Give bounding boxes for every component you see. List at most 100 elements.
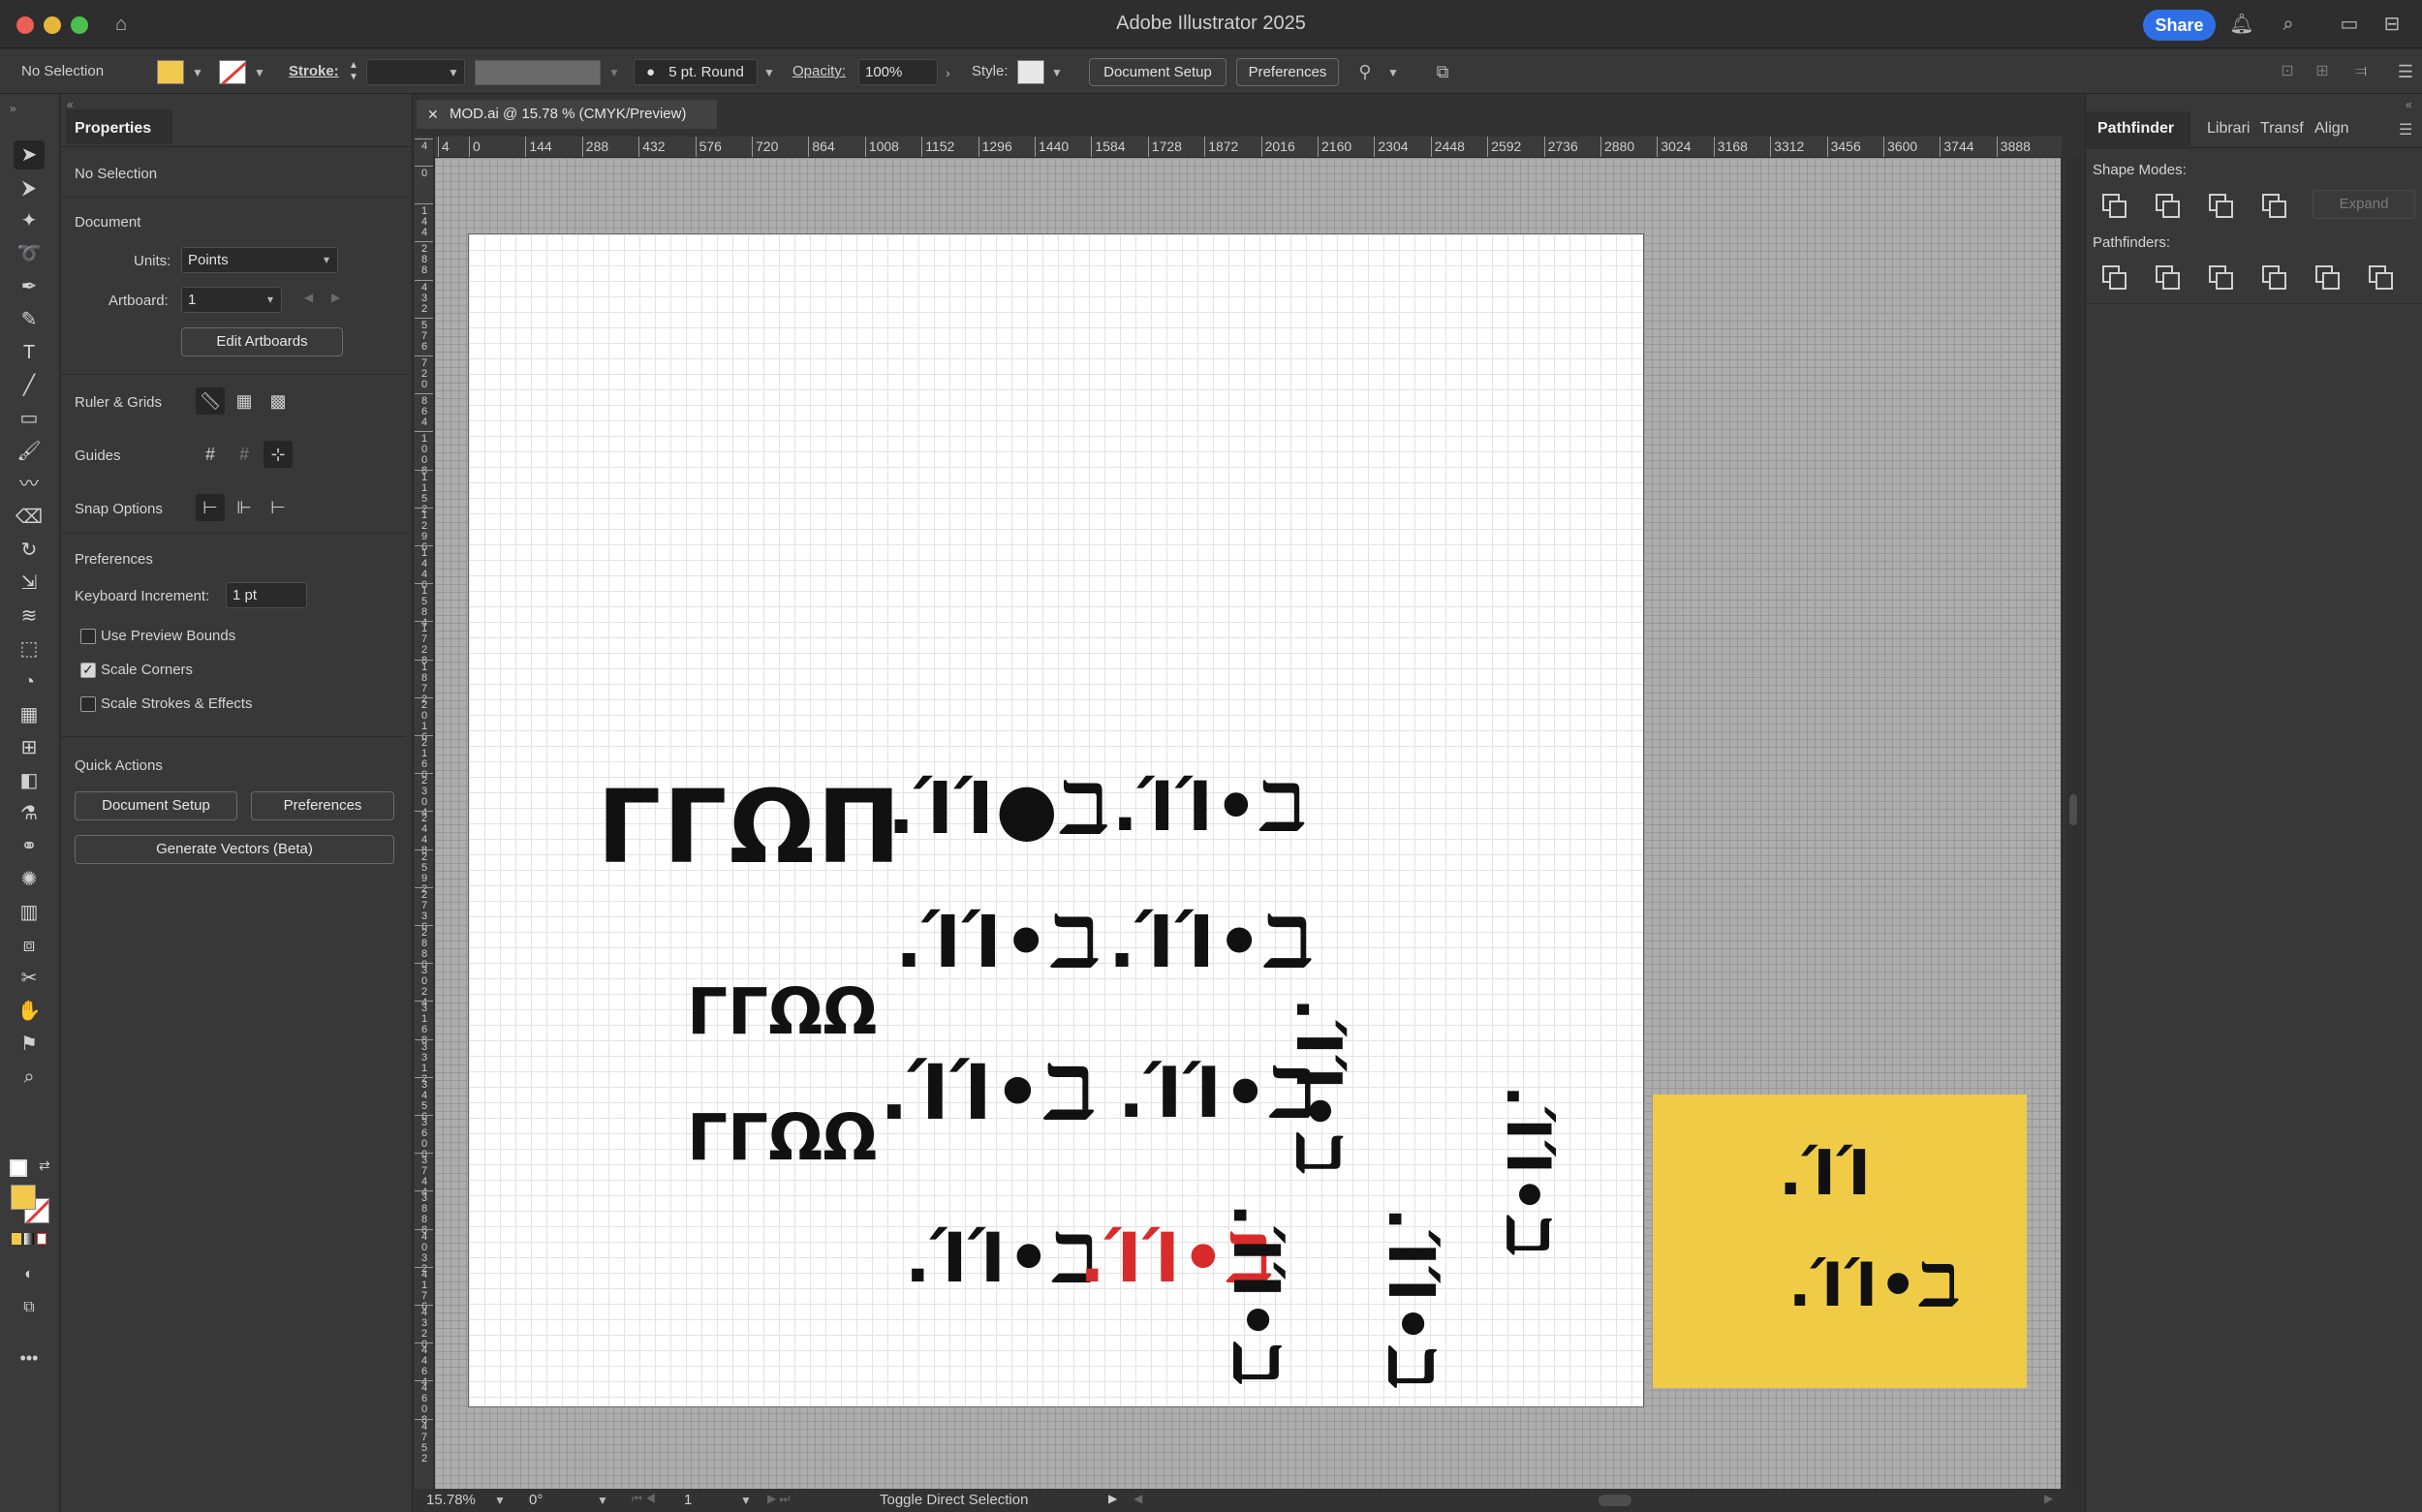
artboard[interactable]: ΓΓΩΠ .ΊΊ●ℶ .ΊΊ•ℶ .ΊΊ•ℶ .ΊΊ•ℶ ΓΓΩΩ ΓΓΩΩ .… — [468, 233, 1644, 1407]
line-tool-icon[interactable]: ╱ — [14, 371, 45, 400]
last-artboard-icon[interactable]: ▶ ⏭ — [767, 1492, 790, 1506]
magic-wand-icon[interactable]: ✦ — [14, 206, 45, 235]
document-tab[interactable]: ✕ MOD.ai @ 15.78 % (CMYK/Preview) — [417, 100, 717, 129]
free-transform-icon[interactable]: ⬚ — [14, 634, 45, 663]
minus-front-icon[interactable] — [2153, 191, 2180, 218]
dots-logo[interactable]: .ΊΊ•ℶ — [1112, 773, 1307, 841]
align-icon[interactable]: ⊞ — [2310, 59, 2335, 84]
dots-logo[interactable]: .ΊΊ•ℶ — [895, 907, 1102, 978]
graphic-style-swatch[interactable] — [1017, 60, 1044, 84]
puppet-warp-icon[interactable]: ⚑ — [14, 1030, 45, 1059]
scale-strokes-checkbox[interactable] — [80, 696, 96, 712]
selection-tool-icon[interactable]: ➤ — [14, 140, 45, 170]
fill-color-icon[interactable] — [11, 1185, 36, 1210]
rulers-icon[interactable]: 📏︎ — [196, 387, 225, 415]
edit-artboards-button[interactable]: Edit Artboards — [181, 327, 343, 356]
mod-logo-small[interactable]: ΓΓΩΩ — [687, 980, 877, 1044]
lock-guides-icon[interactable]: # — [230, 441, 259, 468]
qa-document-setup-button[interactable]: Document Setup — [75, 791, 237, 820]
canvas[interactable]: ΓΓΩΠ .ΊΊ●ℶ .ΊΊ•ℶ .ΊΊ•ℶ .ΊΊ•ℶ ΓΓΩΩ ΓΓΩΩ .… — [435, 158, 2061, 1489]
zoom-tool-icon[interactable]: ⌕ — [14, 1063, 45, 1092]
transform-icon[interactable]: ⊡ — [2275, 59, 2300, 84]
rotation-value[interactable]: 0° — [529, 1492, 543, 1508]
select-similar-icon[interactable]: ⚲ — [1352, 59, 1378, 84]
scroll-thumb[interactable] — [2069, 794, 2077, 825]
preferences-button[interactable]: Preferences — [1236, 58, 1339, 86]
trim-icon[interactable] — [2153, 262, 2180, 290]
fill-swatch[interactable] — [157, 60, 184, 84]
shape-builder-icon[interactable]: ◔ — [14, 667, 45, 696]
properties-tab[interactable]: Properties — [75, 120, 151, 138]
smart-guides-icon[interactable]: ⊹ — [264, 441, 293, 468]
merge-icon[interactable] — [2206, 262, 2233, 290]
document-setup-button[interactable]: Document Setup — [1089, 58, 1227, 86]
panel-menu-icon[interactable]: ☰ — [2399, 120, 2412, 139]
share-button[interactable]: Share — [2143, 10, 2216, 41]
chevron-down-icon[interactable]: ▼ — [1387, 66, 1399, 79]
dots-logo-rotated[interactable]: .ΊΊ•ℶ — [1374, 1207, 1448, 1391]
unite-icon[interactable] — [2099, 191, 2127, 218]
chevron-down-icon[interactable]: ▼ — [740, 1494, 752, 1507]
close-tab-icon[interactable]: ✕ — [427, 100, 439, 129]
units-select[interactable]: Points ▾ — [181, 247, 338, 273]
chevron-down-icon[interactable]: ▼ — [494, 1494, 506, 1507]
status-menu-icon[interactable]: ▶ — [1108, 1492, 1117, 1505]
transparency-grid-icon[interactable]: ▩ — [264, 387, 293, 415]
exclude-icon[interactable] — [2259, 191, 2286, 218]
slice-tool-icon[interactable]: ✂ — [14, 964, 45, 993]
scroll-left-icon[interactable]: ◀ — [1133, 1492, 1142, 1505]
mesh-tool-icon[interactable]: ⊞ — [14, 733, 45, 762]
dots-logo[interactable]: .ΊΊ•ℶ — [1108, 907, 1315, 978]
generate-vectors-button[interactable]: Generate Vectors (Beta) — [75, 835, 394, 864]
chevron-right-icon[interactable]: › — [946, 65, 950, 80]
dots-logo-large[interactable]: .ΊΊ●ℶ — [887, 773, 1110, 845]
divide-icon[interactable] — [2099, 262, 2127, 290]
graph-tool-icon[interactable]: ▥ — [14, 898, 45, 927]
chevron-down-icon[interactable]: ▼ — [608, 66, 620, 79]
outline-icon[interactable] — [2313, 262, 2340, 290]
mod-logo-large[interactable]: ΓΓΩΠ — [597, 777, 903, 878]
expand-button[interactable]: Expand — [2313, 190, 2415, 219]
distribute-icon[interactable]: ⫤ — [2348, 59, 2374, 84]
dots-logo[interactable]: .ΊΊ•ℶ — [1788, 1255, 1961, 1315]
keyboard-increment-input[interactable]: 1 pt — [226, 582, 307, 608]
opacity-input[interactable]: 100% — [858, 59, 938, 85]
control-menu-icon[interactable]: ☰ — [2393, 59, 2418, 84]
direct-selection-tool-icon[interactable]: ⮞ — [14, 173, 45, 202]
variable-width-profile[interactable] — [475, 60, 601, 85]
collapse-arrows-icon[interactable]: » — [10, 102, 16, 115]
mod-logo-small[interactable]: ΓΓΩΩ — [687, 1106, 877, 1170]
dots-logo-rotated[interactable]: .ΊΊ•ℶ — [1282, 998, 1353, 1176]
dots-logo-rotated[interactable]: .ΊΊ•ℶ — [1493, 1085, 1564, 1257]
paintbrush-icon[interactable]: 🖌︎ — [14, 437, 45, 466]
scale-tool-icon[interactable]: ⇲ — [14, 569, 45, 598]
qa-preferences-button[interactable]: Preferences — [251, 791, 394, 820]
type-tool-icon[interactable]: T — [14, 338, 45, 367]
first-artboard-icon[interactable]: ⏮ ◀ — [632, 1492, 656, 1506]
stroke-swatch[interactable] — [219, 60, 246, 84]
artboard-number[interactable]: 1 — [684, 1492, 692, 1508]
tab-libraries[interactable]: Librari — [2207, 120, 2250, 138]
intersect-icon[interactable] — [2206, 191, 2233, 218]
tab-transform[interactable]: Transf — [2260, 120, 2304, 138]
opacity-label[interactable]: Opacity: — [792, 63, 846, 79]
previous-artboard-icon[interactable]: ◀ — [304, 291, 313, 304]
draw-mode-icon[interactable]: ◐ — [14, 1260, 45, 1289]
snap-to-pixel-icon[interactable]: ⊢ — [264, 494, 293, 521]
horizontal-scroll-thumb[interactable] — [1599, 1495, 1631, 1506]
dots-logo-rotated[interactable]: .ΊΊ•ℶ — [1219, 1203, 1293, 1387]
vertical-ruler[interactable]: 4 0 144 288 432 576 720 864 1008 1152 1296 1440 1584… — [415, 137, 434, 1489]
arrange-documents-icon[interactable]: ⊟ — [2379, 12, 2405, 37]
chevron-down-icon[interactable]: ▼ — [1051, 66, 1063, 79]
pen-tool-icon[interactable]: ✒ — [14, 272, 45, 301]
zoom-level[interactable]: 15.78% — [426, 1492, 476, 1508]
artboard-select[interactable]: 1 ▾ — [181, 287, 282, 313]
chevron-down-icon[interactable]: ▼ — [763, 66, 775, 79]
snap-to-point-icon[interactable]: ⊢ — [196, 494, 225, 521]
vertical-scrollbar[interactable] — [2067, 158, 2079, 1489]
hand-tool-icon[interactable]: ✋ — [14, 997, 45, 1026]
rectangle-tool-icon[interactable]: ▭ — [14, 404, 45, 433]
grid-icon[interactable]: ▦ — [230, 387, 259, 415]
default-colors-icon[interactable] — [10, 1159, 27, 1177]
scroll-right-icon[interactable]: ▶ — [2044, 1492, 2053, 1505]
